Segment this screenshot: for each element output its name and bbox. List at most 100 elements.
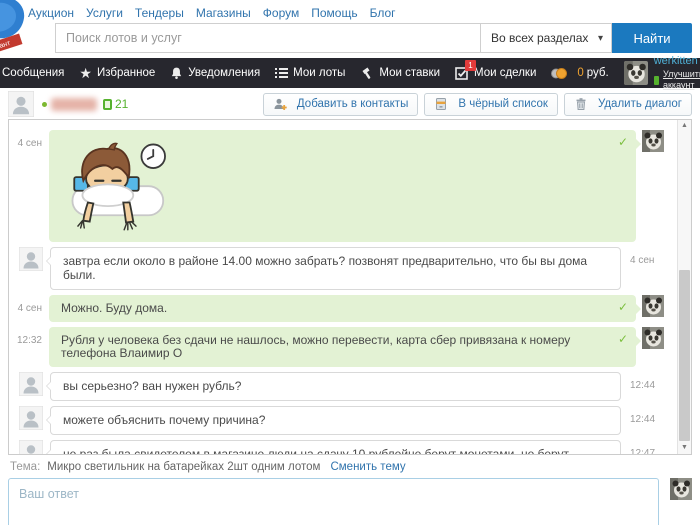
own-avatar <box>670 478 692 500</box>
message-time: 4 сен <box>17 302 42 314</box>
bell-icon <box>170 66 183 80</box>
message-row: 4 сен ✓ <box>13 130 673 242</box>
message-list: 4 сен ✓ завтра если около в районе 14.00 м… <box>9 120 677 454</box>
toolbar-item[interactable]: Мои лоты <box>275 67 345 79</box>
sent-check-icon: ✓ <box>617 331 628 346</box>
toolbar-item-label: Сообщения <box>2 67 65 79</box>
blacklist-button[interactable]: В чёрный список <box>424 92 558 116</box>
topic-label: Тема: <box>10 461 41 473</box>
sticker-bubble: ✓ <box>49 130 641 242</box>
trash-button[interactable]: Удалить диалог <box>563 92 692 116</box>
blacklist-icon <box>434 97 453 111</box>
toolbar-item-label: Мои сделки <box>474 67 537 79</box>
site-logo-icon[interactable]: гарант <box>0 0 36 60</box>
nav-link[interactable]: Форум <box>263 6 299 20</box>
rating-badge-icon <box>103 98 112 110</box>
message-bubble: можете объяснить почему причина? <box>46 405 621 435</box>
list-icon <box>275 67 289 79</box>
message-bubble: вы серьезно? ван нужен рубль? <box>46 372 621 401</box>
scroll-down-arrow[interactable]: ▼ <box>678 442 691 454</box>
add-contact-icon <box>273 97 292 111</box>
notification-badge: 1 <box>465 59 476 71</box>
top-nav: Аукцион Услуги Тендеры Магазины Форум Помощь Б… <box>0 0 700 20</box>
message-time: 12:44 <box>630 413 656 425</box>
account-menu[interactable]: werkitten354 Улучшить аккаунт ▾ <box>623 54 700 92</box>
contact-avatar <box>18 405 44 431</box>
balance[interactable]: 0 руб. <box>551 67 609 80</box>
message-row: завтра если около в районе 14.00 можно з… <box>13 246 673 290</box>
gavel-icon <box>360 66 374 80</box>
own-avatar <box>642 326 664 349</box>
message-time: 12:32 <box>16 334 42 346</box>
message-time: 4 сен <box>630 255 655 266</box>
scrollbar-thumb[interactable] <box>679 270 690 441</box>
topic-value: Микро светильник на батарейках 2шт одним… <box>47 461 321 473</box>
message-time: 4 сен <box>17 138 42 149</box>
contact-avatar <box>18 371 44 397</box>
message-row: 12:32 Рубля у человека без сдачи не нашло… <box>13 326 673 368</box>
message-time: 12:44 <box>630 380 656 392</box>
toolbar-item-label: Избранное <box>96 67 156 79</box>
message-bubble: завтра если около в районе 14.00 можно з… <box>46 247 621 290</box>
coins-icon <box>551 67 568 80</box>
message-text: Рубля у человека без сдачи не нашлось, м… <box>61 332 571 361</box>
nav-link[interactable]: Блог <box>370 6 396 20</box>
change-topic-link[interactable]: Сменить тему <box>330 461 405 473</box>
nav-link[interactable]: Помощь <box>311 6 357 20</box>
topic-line: Тема: Микро светильник на батарейках 2шт… <box>10 461 692 473</box>
contact-avatar <box>18 439 44 454</box>
upgrade-account-link[interactable]: Улучшить аккаунт <box>663 69 700 92</box>
nav-link[interactable]: Услуги <box>86 6 123 20</box>
button-label: Удалить диалог <box>597 98 682 110</box>
toolbar-item-label: Мои ставки <box>379 67 440 79</box>
contact-name-group[interactable]: 21 <box>42 97 128 111</box>
sent-check-icon: ✓ <box>617 135 628 149</box>
search-category-value: Во всех разделах <box>491 31 589 45</box>
deals-icon: 1 <box>455 59 476 80</box>
message-row: 4 сен Можно. Буду дома. ✓ <box>13 294 673 322</box>
chat-header: 21 Добавить в контакты В чёрный список Уда… <box>0 88 700 119</box>
contact-avatar[interactable] <box>7 90 35 118</box>
message-row: можете объяснить почему причина? 12:44 <box>13 405 673 435</box>
toolbar-item[interactable]: Мои ставки <box>360 66 440 80</box>
reply-area <box>8 478 692 525</box>
toolbar: Сообщения ★ Избранное Уведомления Мои лоты Мо… <box>0 55 700 90</box>
scrollbar[interactable]: ▲ ▼ <box>677 120 691 454</box>
search-category-select[interactable]: Во всех разделах ▾ <box>480 23 612 53</box>
toolbar-item[interactable]: 1 Мои сделки <box>455 59 537 80</box>
reply-input[interactable] <box>8 478 659 525</box>
nav-link[interactable]: Тендеры <box>135 6 184 20</box>
contact-avatar <box>18 246 44 272</box>
message-row: вы серьезно? ван нужен рубль? 12:44 <box>13 371 673 401</box>
sent-check-icon: ✓ <box>617 299 628 314</box>
trash-icon <box>574 97 593 111</box>
toolbar-item[interactable]: Уведомления <box>170 66 260 80</box>
message-text: вы серьезно? ван нужен рубль? <box>63 379 242 394</box>
username: werkitten <box>653 55 698 68</box>
balance-currency: руб. <box>586 67 609 79</box>
toolbar-item[interactable]: ★ Избранное <box>79 66 155 80</box>
message-bubble: Можно. Буду дома. ✓ <box>49 294 641 322</box>
chat-history: 4 сен ✓ завтра если около в районе 14.00 м… <box>8 119 692 455</box>
scroll-up-arrow[interactable]: ▲ <box>678 120 691 132</box>
button-label: В чёрный список <box>458 98 548 110</box>
message-row: не раз была свидетелем в магазине люди н… <box>13 439 673 454</box>
contact-name-censored <box>51 97 97 111</box>
upgrade-icon <box>653 75 659 85</box>
toolbar-items: Сообщения ★ Избранное Уведомления Мои лоты Мо… <box>2 58 551 88</box>
sticker-image <box>59 138 610 238</box>
message-bubble: Рубля у человека без сдачи не нашлось, м… <box>49 326 641 368</box>
add-contact-button[interactable]: Добавить в контакты <box>262 92 419 116</box>
toolbar-item[interactable]: Сообщения <box>2 67 64 79</box>
toolbar-item-label: Мои лоты <box>293 67 346 79</box>
star-icon: ★ <box>79 65 92 81</box>
search-input[interactable] <box>55 23 480 53</box>
messages-page: гарант Аукцион Услуги Тендеры Магазины Форум… <box>0 0 700 525</box>
toolbar-item-label: Уведомления <box>188 67 261 79</box>
chevron-down-icon: ▾ <box>597 32 603 44</box>
nav-link[interactable]: Магазины <box>196 6 251 20</box>
search-bar: Во всех разделах ▾ Найти <box>55 23 692 53</box>
message-text: Можно. Буду дома. <box>61 300 168 315</box>
own-avatar <box>642 130 664 152</box>
search-button[interactable]: Найти <box>612 23 692 53</box>
